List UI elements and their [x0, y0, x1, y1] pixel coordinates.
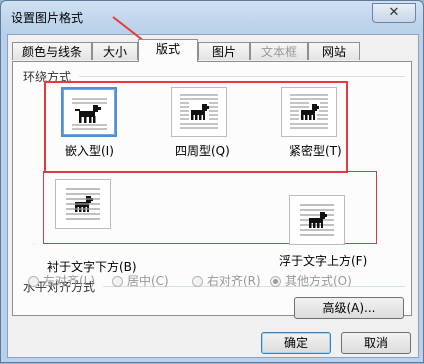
wrap-option-square[interactable] [171, 87, 227, 137]
square-wrap-icon [180, 94, 218, 129]
behind-text-icon [66, 188, 100, 220]
align-center-label: 居中(C) [127, 274, 169, 288]
tab-layout[interactable]: 版式 [138, 39, 198, 62]
close-button[interactable]: ✕ [372, 3, 416, 23]
align-right-radio[interactable]: 右对齐(R) [192, 272, 261, 289]
wrap-option-tight-label: 紧密型(T) [289, 144, 342, 158]
wrap-group-divider [79, 76, 405, 77]
tab-textbox[interactable]: 文本框 [250, 42, 308, 60]
tight-wrap-icon [290, 94, 328, 129]
wrap-option-behind[interactable] [55, 179, 111, 229]
dialog-client-area: 颜色与线条 大小 版式 图片 文本框 网站 环绕方式 嵌入型(I) 四周型(Q)… [7, 34, 419, 358]
cancel-button[interactable]: 取消 [341, 332, 411, 354]
wrap-option-front-label: 浮于文字上方(F) [279, 254, 368, 268]
wrap-option-inline[interactable] [61, 87, 117, 137]
tab-picture[interactable]: 图片 [198, 42, 250, 60]
dialog-title: 设置图片格式 [11, 11, 84, 25]
wrap-option-square-label: 四周型(Q) [175, 144, 230, 158]
tab-web[interactable]: 网站 [308, 42, 360, 60]
radio-circle [112, 276, 123, 287]
align-right-label: 右对齐(R) [207, 274, 261, 288]
in-front-of-text-icon [300, 204, 334, 236]
tab-size[interactable]: 大小 [92, 42, 138, 60]
align-left-radio[interactable]: 左对齐(L) [28, 272, 95, 289]
align-other-label: 其他方式(O) [285, 274, 352, 288]
align-center-radio[interactable]: 居中(C) [112, 272, 169, 289]
close-icon: ✕ [388, 5, 400, 20]
radio-circle [192, 276, 203, 287]
title-bar[interactable]: 设置图片格式 ✕ [1, 1, 423, 33]
wrap-option-front[interactable] [289, 195, 345, 245]
radio-circle [28, 276, 39, 287]
radio-circle [270, 276, 281, 287]
advanced-button[interactable]: 高级(A)... [294, 297, 404, 319]
tab-colors-lines[interactable]: 颜色与线条 [12, 42, 92, 60]
wrap-option-tight[interactable] [281, 87, 337, 137]
align-left-label: 左对齐(L) [43, 274, 96, 288]
align-other-radio[interactable]: 其他方式(O) [270, 272, 352, 289]
ok-button[interactable]: 确定 [261, 332, 331, 354]
wrap-option-inline-label: 嵌入型(I) [65, 144, 114, 158]
format-picture-dialog: 设置图片格式 ✕ 颜色与线条 大小 版式 图片 文本框 网站 环绕方式 嵌入型(… [0, 0, 424, 363]
inline-with-text-icon [72, 98, 107, 130]
